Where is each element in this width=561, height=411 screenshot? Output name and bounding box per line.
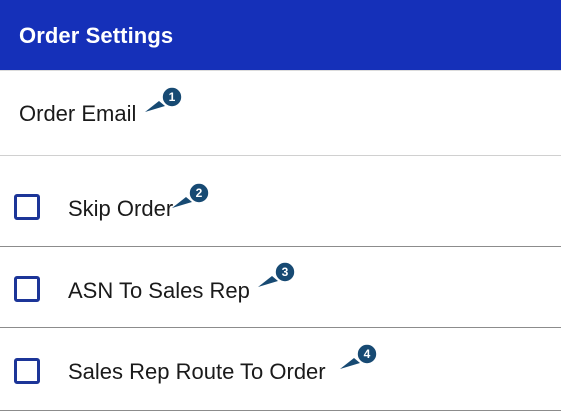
callout-marker-3-icon: 3 [257, 261, 296, 291]
setting-label-order-email: Order Email [19, 101, 137, 126]
setting-row-asn-to-sales-rep[interactable]: ASN To Sales Rep 3 [0, 247, 561, 328]
callout-number-2: 2 [195, 186, 203, 200]
sales-rep-route-to-order-checkbox[interactable] [14, 358, 40, 384]
callout-number-4: 4 [363, 347, 371, 361]
skip-order-checkbox[interactable] [14, 194, 40, 220]
callout-number-1: 1 [168, 90, 176, 104]
setting-row-sales-rep-route-to-order[interactable]: Sales Rep Route To Order 4 [0, 328, 561, 411]
callout-marker-2-icon: 2 [171, 182, 210, 212]
callout-marker-1-icon: 1 [144, 86, 183, 116]
callout-number-3: 3 [281, 265, 289, 279]
setting-row-skip-order[interactable]: Skip Order 2 [0, 156, 561, 247]
setting-label-skip-order: Skip Order [68, 196, 174, 221]
setting-label-asn-to-sales-rep: ASN To Sales Rep [68, 278, 250, 303]
setting-row-order-email[interactable]: Order Email 1 [0, 71, 561, 156]
setting-label-sales-rep-route-to-order: Sales Rep Route To Order [68, 359, 326, 384]
callout-marker-4-icon: 4 [339, 343, 378, 373]
page-title: Order Settings [19, 23, 174, 48]
asn-to-sales-rep-checkbox[interactable] [14, 276, 40, 302]
order-settings-screen: Order Settings Order Email 1 Skip Order … [0, 0, 561, 411]
app-header: Order Settings [0, 0, 561, 71]
